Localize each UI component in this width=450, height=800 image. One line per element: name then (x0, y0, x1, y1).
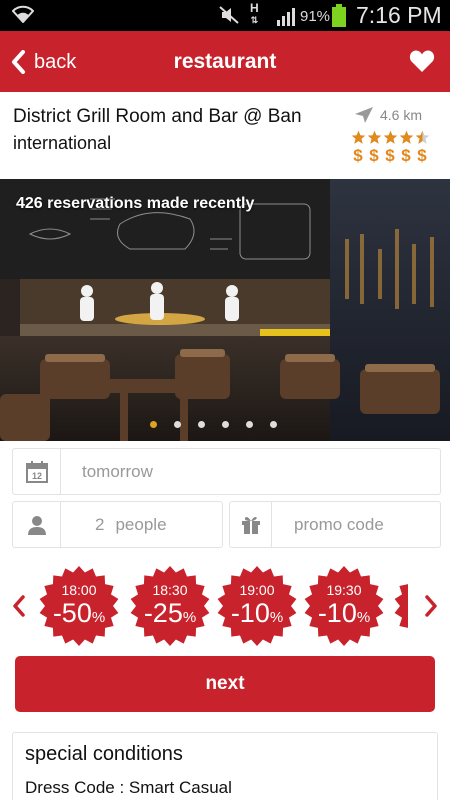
slot-discount: -10% (230, 598, 284, 628)
people-count: 2 (95, 514, 105, 534)
time-slot-badge[interactable]: 19:00 -10% (217, 566, 297, 646)
slot-discount: -10% (317, 598, 371, 628)
app-header: back restaurant (0, 31, 450, 92)
mute-icon (219, 6, 239, 24)
price-symbol: $ (385, 146, 395, 165)
svg-text:12: 12 (31, 471, 41, 481)
restaurant-cuisine: international (13, 133, 112, 153)
special-conditions-panel: special conditions Dress Code : Smart Ca… (12, 732, 438, 800)
slot-time: 19:30 (326, 582, 362, 598)
chevron-left-icon[interactable] (12, 595, 26, 617)
star-icon (351, 130, 366, 144)
star-icon (383, 130, 398, 144)
battery-icon (332, 4, 346, 27)
slot-time: 18:00 (61, 582, 97, 598)
distance: 4.6 km (354, 106, 422, 124)
rating-stars (351, 130, 430, 145)
signal-icon (277, 8, 295, 26)
location-arrow-icon (355, 107, 373, 123)
heart-icon[interactable] (409, 49, 435, 73)
calendar-icon: 12 (25, 460, 48, 483)
star-icon (367, 130, 382, 144)
burst-badge-shape (394, 582, 408, 630)
date-value: tomorrow (82, 461, 153, 481)
price-symbol: $ (417, 146, 427, 165)
restaurant-name: District Grill Room and Bar @ Ban (13, 106, 302, 127)
chevron-right-icon[interactable] (424, 595, 438, 617)
price-symbol: $ (369, 146, 379, 165)
price-symbol: $ (353, 146, 363, 165)
reservations-caption: 426 reservations made recently (16, 195, 255, 212)
slot-time: 19:00 (239, 582, 275, 598)
people-label: people (115, 514, 167, 534)
battery-percent: 91% (300, 8, 331, 25)
promo-code-field[interactable]: promo code (229, 501, 441, 548)
carousel-dot (222, 421, 229, 428)
price-symbol: $ (401, 146, 411, 165)
carousel-dot (174, 421, 181, 428)
page-title: restaurant (173, 50, 277, 73)
network-type: H ⇅ (250, 1, 259, 25)
dress-code-text: Dress Code : Smart Casual (25, 778, 232, 797)
time-slot-badge-partial[interactable] (394, 566, 408, 646)
slot-discount: -25% (143, 598, 197, 628)
people-value: 2 people (95, 502, 167, 547)
restaurant-photo (0, 179, 450, 441)
time-slot-carousel: 18:00 -50% 18:30 -25% 19:00 -10% 19:30 -… (0, 562, 450, 650)
time-slot-badge[interactable]: 19:30 -10% (304, 566, 384, 646)
conditions-title: special conditions (25, 743, 183, 765)
half-star-icon (415, 130, 430, 144)
carousel-indicator (150, 421, 277, 428)
carousel-dot (246, 421, 253, 428)
time-slot-badge[interactable]: 18:00 -50% (39, 566, 119, 646)
gift-icon (241, 516, 260, 534)
clock: 7:16 PM (356, 2, 442, 28)
status-bar: H ⇅ 91% 7:16 PM (0, 0, 450, 31)
star-icon (399, 130, 414, 144)
slot-time: 18:30 (152, 582, 188, 598)
price-level: $ $ $ $ $ (351, 146, 429, 166)
restaurant-photo-carousel[interactable]: 426 reservations made recently (0, 179, 450, 441)
carousel-dot (150, 421, 157, 428)
wifi-icon (12, 5, 34, 23)
restaurant-info: District Grill Room and Bar @ Ban intern… (0, 92, 450, 179)
person-icon (27, 515, 46, 535)
promo-code-placeholder: promo code (294, 514, 384, 534)
time-slot-badge[interactable]: 18:30 -25% (130, 566, 210, 646)
slot-discount: -50% (52, 598, 106, 628)
carousel-dot (270, 421, 277, 428)
people-field[interactable]: 2 people (12, 501, 223, 548)
next-button[interactable]: next (15, 656, 435, 712)
date-field[interactable]: 12 tomorrow (12, 448, 441, 495)
distance-text: 4.6 km (380, 107, 423, 123)
carousel-dot (198, 421, 205, 428)
